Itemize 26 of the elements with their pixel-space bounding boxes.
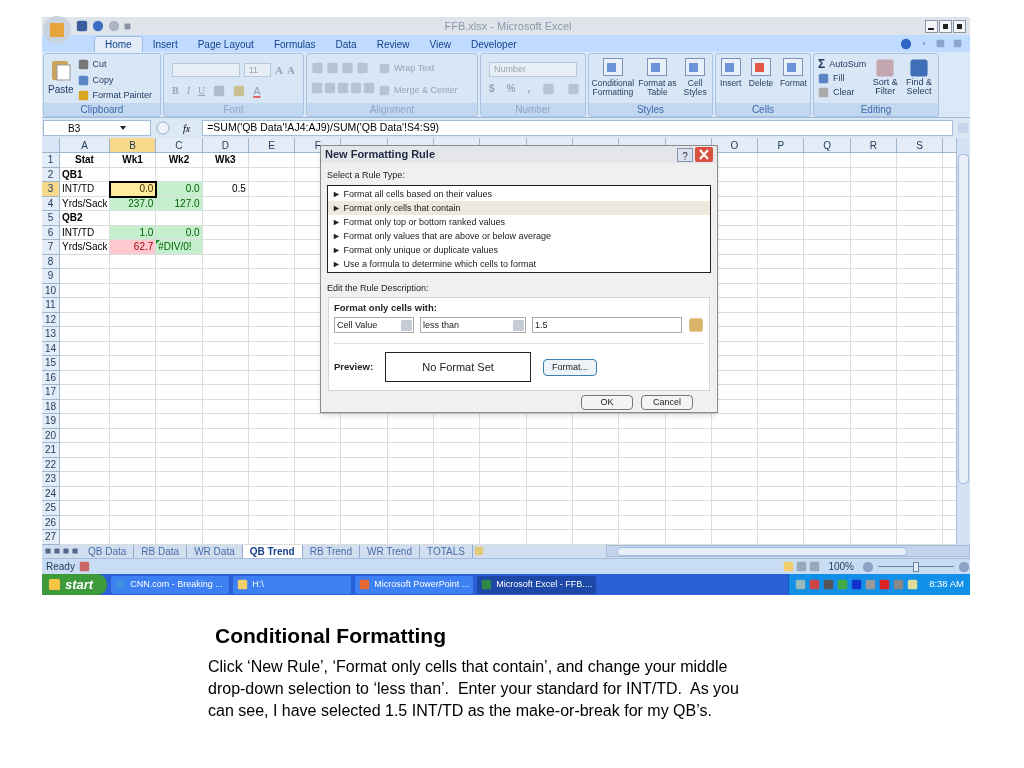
preview-label: Preview: — [334, 360, 374, 375]
table-cell: 0.0 — [156, 182, 203, 197]
table-cell: QB2 — [60, 211, 110, 226]
table-cell: Wk2 — [156, 153, 203, 168]
zoom-level: 100% — [828, 560, 854, 574]
condition-label: Format only cells with: — [334, 301, 438, 315]
table-cell: Wk3 — [202, 153, 249, 168]
table-cell: 62.7 — [110, 240, 157, 255]
table-cell: #DIV/0! — [156, 240, 203, 255]
table-cell: QB1 — [60, 167, 110, 182]
section-label: Edit the Rule Description: — [326, 281, 430, 295]
table-cell: Wk1 — [110, 153, 157, 168]
table-cell: 0.0 — [110, 182, 157, 197]
group-label: Cells — [716, 103, 810, 116]
group-label: Styles — [589, 103, 712, 116]
slide-title: Conditional Formatting — [215, 623, 447, 649]
slide-body: Click ‘New Rule’, ‘Format only cells that contain’, and change your middle drop-down selection to ‘less than’. Enter your standard for INT/TD. As you can see, I have selected 1.5 INT/TD as the make-or-break for my QB’s. — [208, 656, 740, 721]
group-label: Editing — [814, 103, 938, 116]
table-cell: Stat — [60, 153, 110, 168]
window-title: FFB.xlsx - Microsoft Excel — [443, 18, 573, 34]
table-cell: 0.5 — [202, 182, 249, 197]
status-text: Ready — [45, 560, 76, 574]
group-label: Clipboard — [44, 103, 160, 116]
section-label: Select a Rule Type: — [326, 169, 406, 182]
clock: 8:38 AM — [929, 577, 964, 592]
preview-box: No Format Set — [385, 352, 532, 383]
